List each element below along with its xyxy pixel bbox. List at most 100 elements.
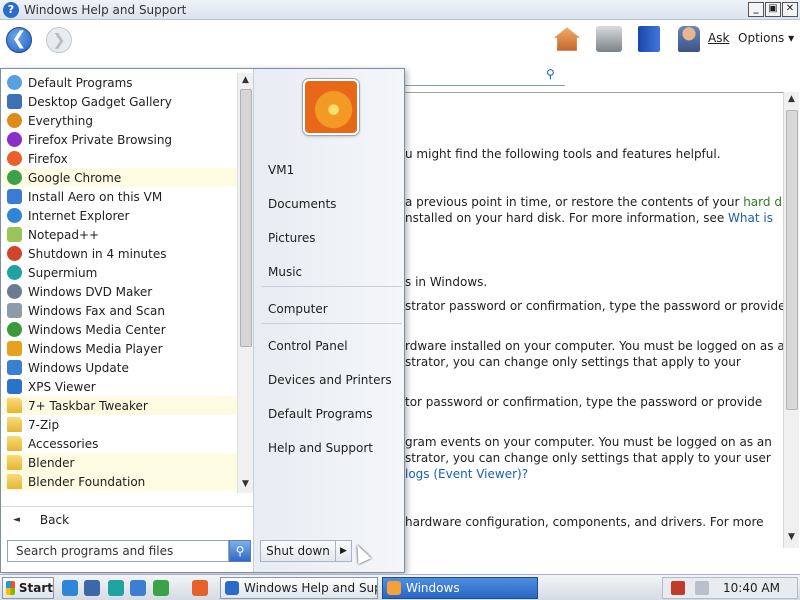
- program-label: Supermium: [28, 265, 98, 280]
- print-icon[interactable]: [596, 26, 622, 52]
- folder-icon: [7, 398, 22, 413]
- program-item[interactable]: XPS Viewer: [1, 377, 237, 396]
- scroll-thumb[interactable]: [240, 89, 252, 347]
- program-label: 7+ Taskbar Tweaker: [28, 398, 148, 413]
- clock[interactable]: 10:40 AM: [723, 581, 780, 595]
- network-warning-icon[interactable]: [671, 581, 685, 595]
- help-text-line: strator password or confirmation, type t…: [405, 299, 783, 313]
- maximize-button[interactable]: ▣: [765, 2, 781, 17]
- quick-launch-icon[interactable]: [84, 580, 100, 596]
- help-link[interactable]: What is: [728, 211, 773, 225]
- start-button[interactable]: Start: [2, 577, 54, 599]
- program-item[interactable]: Firefox: [1, 149, 237, 168]
- program-item[interactable]: Accessories: [1, 434, 237, 453]
- help-text-line: a previous point in time, or restore the…: [405, 195, 783, 209]
- title-bar: ? Windows Help and Support _ ▣ ✕: [0, 0, 800, 20]
- start-menu: Default Programs Desktop Gadget Gallery Ev…: [0, 68, 405, 573]
- quick-launch-icon[interactable]: [153, 580, 169, 596]
- ask-people-icon[interactable]: [678, 26, 700, 52]
- program-item[interactable]: Google Chrome: [1, 168, 237, 187]
- start-link-help-and-support[interactable]: Help and Support: [268, 441, 373, 455]
- program-item[interactable]: Everything: [1, 111, 237, 130]
- program-label: Default Programs: [28, 75, 133, 90]
- program-icon: [7, 303, 22, 318]
- program-label: Desktop Gadget Gallery: [28, 94, 172, 109]
- program-item[interactable]: Firefox Private Browsing: [1, 130, 237, 149]
- help-scrollbar[interactable]: ▲ ▼: [783, 92, 799, 548]
- shutdown-options-arrow[interactable]: ▶: [336, 540, 352, 562]
- start-link-pictures[interactable]: Pictures: [268, 231, 316, 245]
- program-item[interactable]: Windows Fax and Scan: [1, 301, 237, 320]
- shutdown-button[interactable]: Shut down: [260, 540, 336, 562]
- help-search-field[interactable]: ⚲: [405, 64, 565, 86]
- program-label: Windows Update: [28, 360, 129, 375]
- program-item[interactable]: Windows Media Player: [1, 339, 237, 358]
- quick-launch-icon[interactable]: [130, 580, 146, 596]
- forward-arrow-icon[interactable]: ❯: [46, 27, 72, 53]
- program-label: Windows DVD Maker: [28, 284, 153, 299]
- home-icon[interactable]: [554, 27, 580, 51]
- taskbar-button[interactable]: Windows Help and Sup...: [220, 577, 378, 599]
- back-button[interactable]: ◄ Back: [1, 506, 253, 532]
- folder-icon: [7, 436, 22, 451]
- help-content: u might find the following tools and fea…: [405, 92, 783, 548]
- quick-launch-icon[interactable]: [192, 580, 208, 596]
- program-label: Internet Explorer: [28, 208, 130, 223]
- close-button[interactable]: ✕: [782, 2, 798, 17]
- help-text-line: rdware installed on your computer. You m…: [405, 339, 783, 353]
- program-icon: [7, 341, 22, 356]
- all-programs-pane: Default Programs Desktop Gadget Gallery Ev…: [1, 69, 253, 527]
- program-item[interactable]: Desktop Gadget Gallery: [1, 92, 237, 111]
- minimize-button[interactable]: _: [748, 2, 764, 17]
- program-icon: [7, 227, 22, 242]
- program-icon: [7, 132, 22, 147]
- scroll-up-arrow-icon[interactable]: ▲: [788, 94, 795, 104]
- browse-help-icon[interactable]: [638, 26, 660, 52]
- program-label: Firefox: [28, 151, 68, 166]
- program-item[interactable]: Windows DVD Maker: [1, 282, 237, 301]
- quick-launch-icon[interactable]: [62, 580, 78, 596]
- program-item[interactable]: Shutdown in 4 minutes: [1, 244, 237, 263]
- search-icon[interactable]: ⚲: [546, 67, 555, 81]
- user-picture[interactable]: [303, 79, 359, 135]
- start-link-control-panel[interactable]: Control Panel: [268, 339, 348, 353]
- quick-launch-icon[interactable]: [108, 580, 124, 596]
- program-icon: [7, 189, 22, 204]
- program-item[interactable]: Blender: [1, 453, 237, 472]
- help-link[interactable]: logs (Event Viewer)?: [405, 467, 528, 481]
- volume-muted-icon[interactable]: [695, 581, 709, 595]
- program-item[interactable]: Supermium: [1, 263, 237, 282]
- program-item[interactable]: Default Programs: [1, 73, 237, 92]
- start-link-computer[interactable]: Computer: [268, 302, 328, 316]
- start-link-default-programs[interactable]: Default Programs: [268, 407, 373, 421]
- program-item[interactable]: Notepad++: [1, 225, 237, 244]
- start-link-music[interactable]: Music: [268, 265, 302, 279]
- start-search-input[interactable]: Search programs and files: [7, 540, 229, 562]
- program-label: Windows Fax and Scan: [28, 303, 166, 318]
- program-icon: [7, 379, 22, 394]
- folder-icon: [7, 417, 22, 432]
- start-search-icon[interactable]: ⚲: [229, 540, 251, 562]
- help-text: a previous point in time, or restore the…: [405, 195, 744, 209]
- program-icon: [7, 75, 22, 90]
- start-link-documents[interactable]: Documents: [268, 197, 336, 211]
- start-link-devices-and-printers[interactable]: Devices and Printers: [268, 373, 392, 387]
- start-link-vm1[interactable]: VM1: [268, 163, 294, 177]
- back-arrow-icon[interactable]: ❮: [6, 27, 32, 53]
- help-toolbar: ❮ ❯ Ask Options ▾: [0, 20, 800, 64]
- program-item[interactable]: 7+ Taskbar Tweaker: [1, 396, 237, 415]
- program-item[interactable]: Install Aero on this VM: [1, 187, 237, 206]
- taskbar-button[interactable]: Windows: [382, 577, 538, 599]
- scroll-thumb[interactable]: [786, 110, 798, 410]
- scroll-up-arrow-icon[interactable]: ▲: [242, 75, 249, 85]
- program-item[interactable]: Blender Foundation: [1, 472, 237, 491]
- scroll-down-arrow-icon[interactable]: ▼: [242, 479, 249, 489]
- options-menu[interactable]: Options ▾: [738, 31, 794, 45]
- program-item[interactable]: Internet Explorer: [1, 206, 237, 225]
- program-item[interactable]: Windows Update: [1, 358, 237, 377]
- scroll-down-arrow-icon[interactable]: ▼: [788, 532, 795, 542]
- program-item[interactable]: Windows Media Center: [1, 320, 237, 339]
- program-item[interactable]: 7-Zip: [1, 415, 237, 434]
- programs-scrollbar[interactable]: ▲ ▼: [237, 73, 253, 493]
- ask-link[interactable]: Ask: [708, 31, 729, 45]
